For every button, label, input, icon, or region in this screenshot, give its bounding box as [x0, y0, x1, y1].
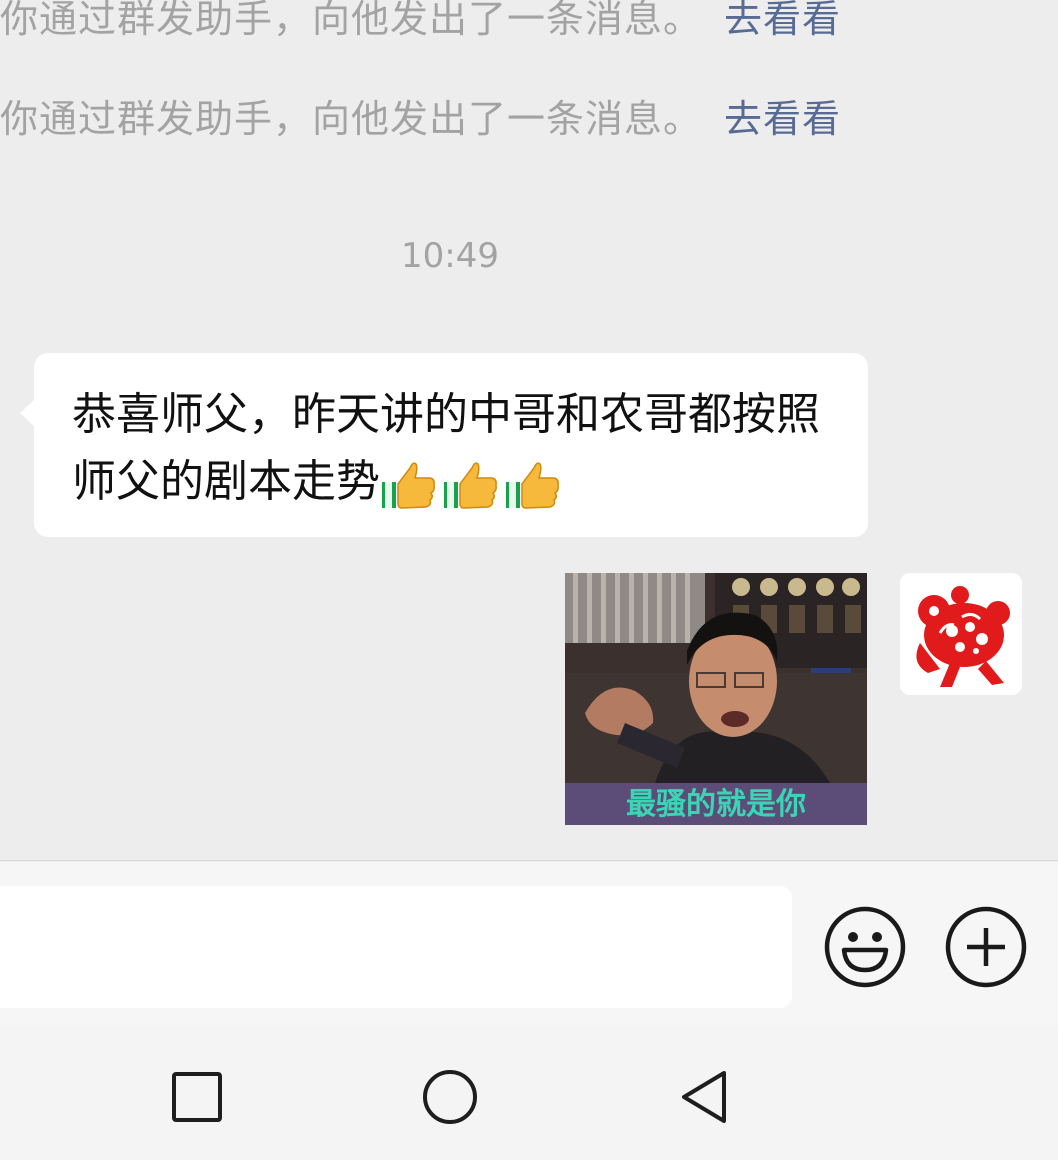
view-link[interactable]: 去看看: [724, 97, 841, 141]
thumbs-up-emoji-group: [380, 458, 560, 510]
home-circle-icon[interactable]: [420, 1067, 480, 1127]
thumbs-up-icon: [444, 462, 497, 509]
sticker-message[interactable]: 最骚的就是你: [565, 573, 867, 825]
view-link[interactable]: 去看看: [724, 0, 841, 41]
incoming-message-bubble[interactable]: 恭喜师父，昨天讲的中哥和农哥都按照师父的剧本走势: [20, 353, 868, 537]
system-notice: 你通过群发助手，向他发出了一条消息。 去看看: [0, 88, 841, 143]
red-papercut-avatar-icon: [900, 573, 1022, 695]
emoji-face-icon[interactable]: [824, 906, 906, 988]
thumbs-up-icon: [506, 462, 559, 509]
sticker-caption: 最骚的就是你: [626, 787, 806, 822]
message-timestamp: 10:49: [401, 236, 499, 276]
sticker-image: 最骚的就是你: [565, 573, 867, 825]
input-divider: [0, 860, 1058, 861]
system-notice: 你通过群发助手，向他发出了一条消息。 去看看: [0, 0, 841, 43]
thumbs-up-icon: [382, 462, 435, 509]
back-triangle-icon[interactable]: [674, 1067, 734, 1127]
avatar[interactable]: [900, 573, 1022, 695]
system-notice-text: 你通过群发助手，向他发出了一条消息。: [0, 0, 703, 41]
message-text-wrap: 恭喜师父，昨天讲的中哥和农哥都按照师父的剧本走势: [72, 381, 852, 515]
plus-icon[interactable]: [945, 906, 1027, 988]
system-nav-bar: [0, 1025, 1058, 1160]
input-bar: [0, 862, 1058, 1025]
message-input[interactable]: [0, 886, 792, 1008]
system-notice-text: 你通过群发助手，向他发出了一条消息。: [0, 97, 703, 141]
recents-square-icon[interactable]: [167, 1067, 227, 1127]
